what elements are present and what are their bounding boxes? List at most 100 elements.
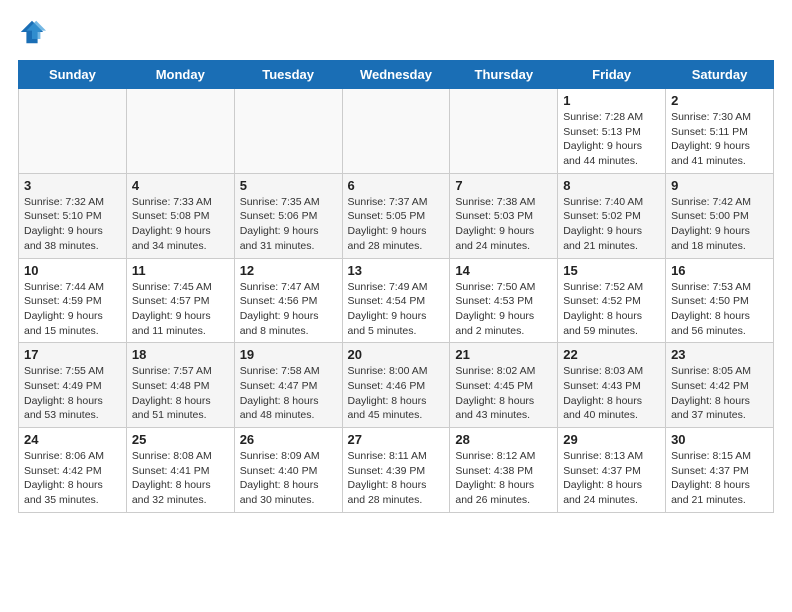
calendar-cell — [126, 89, 234, 174]
day-number: 21 — [455, 347, 552, 362]
calendar-cell: 14 Sunrise: 7:50 AMSunset: 4:53 PMDayligh… — [450, 258, 558, 343]
day-number: 11 — [132, 263, 229, 278]
day-number: 2 — [671, 93, 768, 108]
day-number: 7 — [455, 178, 552, 193]
calendar-week-2: 3 Sunrise: 7:32 AMSunset: 5:10 PMDaylight… — [19, 173, 774, 258]
calendar-cell: 22 Sunrise: 8:03 AMSunset: 4:43 PMDayligh… — [558, 343, 666, 428]
logo — [18, 18, 48, 46]
calendar-cell: 15 Sunrise: 7:52 AMSunset: 4:52 PMDayligh… — [558, 258, 666, 343]
day-number: 24 — [24, 432, 121, 447]
day-info: Sunrise: 7:32 AMSunset: 5:10 PMDaylight:… — [24, 195, 121, 254]
calendar-cell: 26 Sunrise: 8:09 AMSunset: 4:40 PMDayligh… — [234, 428, 342, 513]
calendar-header-wednesday: Wednesday — [342, 61, 450, 89]
calendar-header-sunday: Sunday — [19, 61, 127, 89]
calendar-header-tuesday: Tuesday — [234, 61, 342, 89]
day-info: Sunrise: 7:35 AMSunset: 5:06 PMDaylight:… — [240, 195, 337, 254]
calendar-cell: 29Sunrise: 8:13 AMSunset: 4:37 PMDayligh… — [558, 428, 666, 513]
day-number: 14 — [455, 263, 552, 278]
calendar-cell: 27 Sunrise: 8:11 AMSunset: 4:39 PMDayligh… — [342, 428, 450, 513]
calendar-cell: 13 Sunrise: 7:49 AMSunset: 4:54 PMDayligh… — [342, 258, 450, 343]
calendar-cell — [342, 89, 450, 174]
day-number: 1 — [563, 93, 660, 108]
day-number: 5 — [240, 178, 337, 193]
calendar-cell: 19 Sunrise: 7:58 AMSunset: 4:47 PMDayligh… — [234, 343, 342, 428]
day-info: Sunrise: 7:52 AMSunset: 4:52 PMDaylight:… — [563, 280, 660, 339]
calendar-header-thursday: Thursday — [450, 61, 558, 89]
day-info: Sunrise: 7:42 AMSunset: 5:00 PMDaylight:… — [671, 195, 768, 254]
calendar-cell: 16 Sunrise: 7:53 AMSunset: 4:50 PMDayligh… — [666, 258, 774, 343]
day-number: 3 — [24, 178, 121, 193]
calendar-cell: 24 Sunrise: 8:06 AMSunset: 4:42 PMDayligh… — [19, 428, 127, 513]
calendar-week-5: 24 Sunrise: 8:06 AMSunset: 4:42 PMDayligh… — [19, 428, 774, 513]
day-number: 20 — [348, 347, 445, 362]
day-number: 27 — [348, 432, 445, 447]
day-info: Sunrise: 7:44 AMSunset: 4:59 PMDaylight:… — [24, 280, 121, 339]
day-number: 10 — [24, 263, 121, 278]
calendar-cell — [234, 89, 342, 174]
day-number: 30 — [671, 432, 768, 447]
day-number: 9 — [671, 178, 768, 193]
calendar-week-3: 10 Sunrise: 7:44 AMSunset: 4:59 PMDayligh… — [19, 258, 774, 343]
calendar-header-saturday: Saturday — [666, 61, 774, 89]
day-number: 18 — [132, 347, 229, 362]
logo-icon — [18, 18, 46, 46]
day-number: 15 — [563, 263, 660, 278]
calendar-header-row: SundayMondayTuesdayWednesdayThursdayFrid… — [19, 61, 774, 89]
calendar-week-4: 17 Sunrise: 7:55 AMSunset: 4:49 PMDayligh… — [19, 343, 774, 428]
calendar-cell — [450, 89, 558, 174]
day-info: Sunrise: 7:30 AMSunset: 5:11 PMDaylight:… — [671, 110, 768, 169]
day-info: Sunrise: 7:37 AMSunset: 5:05 PMDaylight:… — [348, 195, 445, 254]
calendar-cell: 25Sunrise: 8:08 AMSunset: 4:41 PMDayligh… — [126, 428, 234, 513]
calendar-cell: 1Sunrise: 7:28 AMSunset: 5:13 PMDaylight… — [558, 89, 666, 174]
calendar-cell: 30 Sunrise: 8:15 AMSunset: 4:37 PMDayligh… — [666, 428, 774, 513]
day-number: 8 — [563, 178, 660, 193]
day-info: Sunrise: 7:40 AMSunset: 5:02 PMDaylight:… — [563, 195, 660, 254]
calendar-cell: 7 Sunrise: 7:38 AMSunset: 5:03 PMDaylight… — [450, 173, 558, 258]
day-number: 13 — [348, 263, 445, 278]
calendar-header-friday: Friday — [558, 61, 666, 89]
day-info: Sunrise: 8:11 AMSunset: 4:39 PMDaylight:… — [348, 449, 445, 508]
calendar-week-1: 1Sunrise: 7:28 AMSunset: 5:13 PMDaylight… — [19, 89, 774, 174]
day-info: Sunrise: 8:05 AMSunset: 4:42 PMDaylight:… — [671, 364, 768, 423]
day-info: Sunrise: 8:03 AMSunset: 4:43 PMDaylight:… — [563, 364, 660, 423]
calendar-cell: 23Sunrise: 8:05 AMSunset: 4:42 PMDayligh… — [666, 343, 774, 428]
day-number: 29 — [563, 432, 660, 447]
day-info: Sunrise: 7:55 AMSunset: 4:49 PMDaylight:… — [24, 364, 121, 423]
calendar-cell — [19, 89, 127, 174]
calendar-cell: 8 Sunrise: 7:40 AMSunset: 5:02 PMDaylight… — [558, 173, 666, 258]
day-info: Sunrise: 7:50 AMSunset: 4:53 PMDaylight:… — [455, 280, 552, 339]
calendar-cell: 18Sunrise: 7:57 AMSunset: 4:48 PMDayligh… — [126, 343, 234, 428]
calendar-cell: 28Sunrise: 8:12 AMSunset: 4:38 PMDayligh… — [450, 428, 558, 513]
day-info: Sunrise: 8:09 AMSunset: 4:40 PMDaylight:… — [240, 449, 337, 508]
day-info: Sunrise: 8:06 AMSunset: 4:42 PMDaylight:… — [24, 449, 121, 508]
calendar-cell: 3 Sunrise: 7:32 AMSunset: 5:10 PMDaylight… — [19, 173, 127, 258]
day-info: Sunrise: 7:38 AMSunset: 5:03 PMDaylight:… — [455, 195, 552, 254]
day-info: Sunrise: 7:47 AMSunset: 4:56 PMDaylight:… — [240, 280, 337, 339]
day-info: Sunrise: 8:12 AMSunset: 4:38 PMDaylight:… — [455, 449, 552, 508]
page: SundayMondayTuesdayWednesdayThursdayFrid… — [0, 0, 792, 523]
calendar-cell: 5 Sunrise: 7:35 AMSunset: 5:06 PMDaylight… — [234, 173, 342, 258]
calendar-cell: 2 Sunrise: 7:30 AMSunset: 5:11 PMDaylight… — [666, 89, 774, 174]
day-info: Sunrise: 8:08 AMSunset: 4:41 PMDaylight:… — [132, 449, 229, 508]
calendar-cell: 6Sunrise: 7:37 AMSunset: 5:05 PMDaylight… — [342, 173, 450, 258]
day-number: 16 — [671, 263, 768, 278]
calendar-header-monday: Monday — [126, 61, 234, 89]
day-number: 26 — [240, 432, 337, 447]
day-number: 4 — [132, 178, 229, 193]
day-info: Sunrise: 7:33 AMSunset: 5:08 PMDaylight:… — [132, 195, 229, 254]
calendar-cell: 20 Sunrise: 8:00 AMSunset: 4:46 PMDayligh… — [342, 343, 450, 428]
day-number: 17 — [24, 347, 121, 362]
day-info: Sunrise: 7:45 AMSunset: 4:57 PMDaylight:… — [132, 280, 229, 339]
day-number: 22 — [563, 347, 660, 362]
day-info: Sunrise: 8:00 AMSunset: 4:46 PMDaylight:… — [348, 364, 445, 423]
calendar-cell: 10 Sunrise: 7:44 AMSunset: 4:59 PMDayligh… — [19, 258, 127, 343]
day-number: 12 — [240, 263, 337, 278]
day-info: Sunrise: 8:15 AMSunset: 4:37 PMDaylight:… — [671, 449, 768, 508]
day-info: Sunrise: 7:49 AMSunset: 4:54 PMDaylight:… — [348, 280, 445, 339]
calendar-cell: 9 Sunrise: 7:42 AMSunset: 5:00 PMDaylight… — [666, 173, 774, 258]
calendar: SundayMondayTuesdayWednesdayThursdayFrid… — [18, 60, 774, 513]
calendar-cell: 11 Sunrise: 7:45 AMSunset: 4:57 PMDayligh… — [126, 258, 234, 343]
day-info: Sunrise: 7:58 AMSunset: 4:47 PMDaylight:… — [240, 364, 337, 423]
day-number: 19 — [240, 347, 337, 362]
day-info: Sunrise: 7:53 AMSunset: 4:50 PMDaylight:… — [671, 280, 768, 339]
